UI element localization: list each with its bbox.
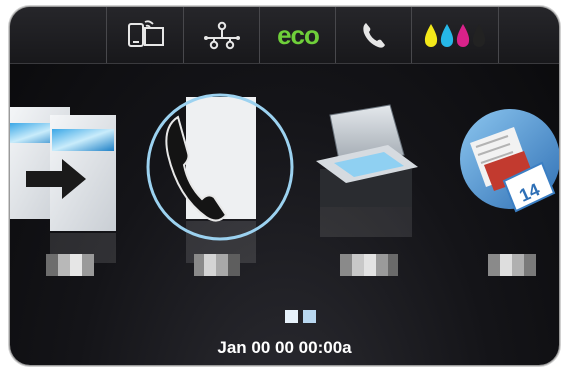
- scan-app-label: [340, 254, 398, 276]
- scan-app-tile[interactable]: [310, 95, 425, 265]
- fax-icon: [146, 93, 294, 263]
- page-dot-1[interactable]: [285, 310, 298, 323]
- page-indicator: [285, 310, 316, 323]
- network-button[interactable]: [183, 7, 260, 63]
- copy-icon: [10, 107, 116, 263]
- fax-status-button[interactable]: [335, 7, 412, 63]
- calendar-icon: 14: [460, 109, 559, 213]
- network-icon: [204, 21, 240, 50]
- ink-levels-icon: [424, 24, 486, 47]
- calendar-app-tile[interactable]: 14: [448, 95, 559, 265]
- ink-levels-button[interactable]: [411, 7, 499, 63]
- printer-panel-screen: eco 14 Jan 00 00 00:00a: [10, 7, 559, 365]
- calendar-app-label: [488, 254, 536, 276]
- fax-app-tile[interactable]: [130, 79, 310, 269]
- page-dot-2[interactable]: [303, 310, 316, 323]
- scan-icon: [316, 104, 418, 237]
- fax-status-icon: [363, 23, 385, 48]
- eco-button[interactable]: eco: [259, 7, 336, 63]
- eco-label: eco: [277, 19, 320, 50]
- copy-app-tile[interactable]: [10, 95, 125, 265]
- fax-app-label: [194, 254, 240, 276]
- status-bar: eco: [10, 7, 559, 64]
- wireless-direct-button[interactable]: [106, 7, 184, 63]
- copy-app-label: [46, 254, 94, 276]
- wireless-direct-icon: [127, 20, 164, 47]
- datetime-display: Jan 00 00 00:00a: [217, 338, 352, 357]
